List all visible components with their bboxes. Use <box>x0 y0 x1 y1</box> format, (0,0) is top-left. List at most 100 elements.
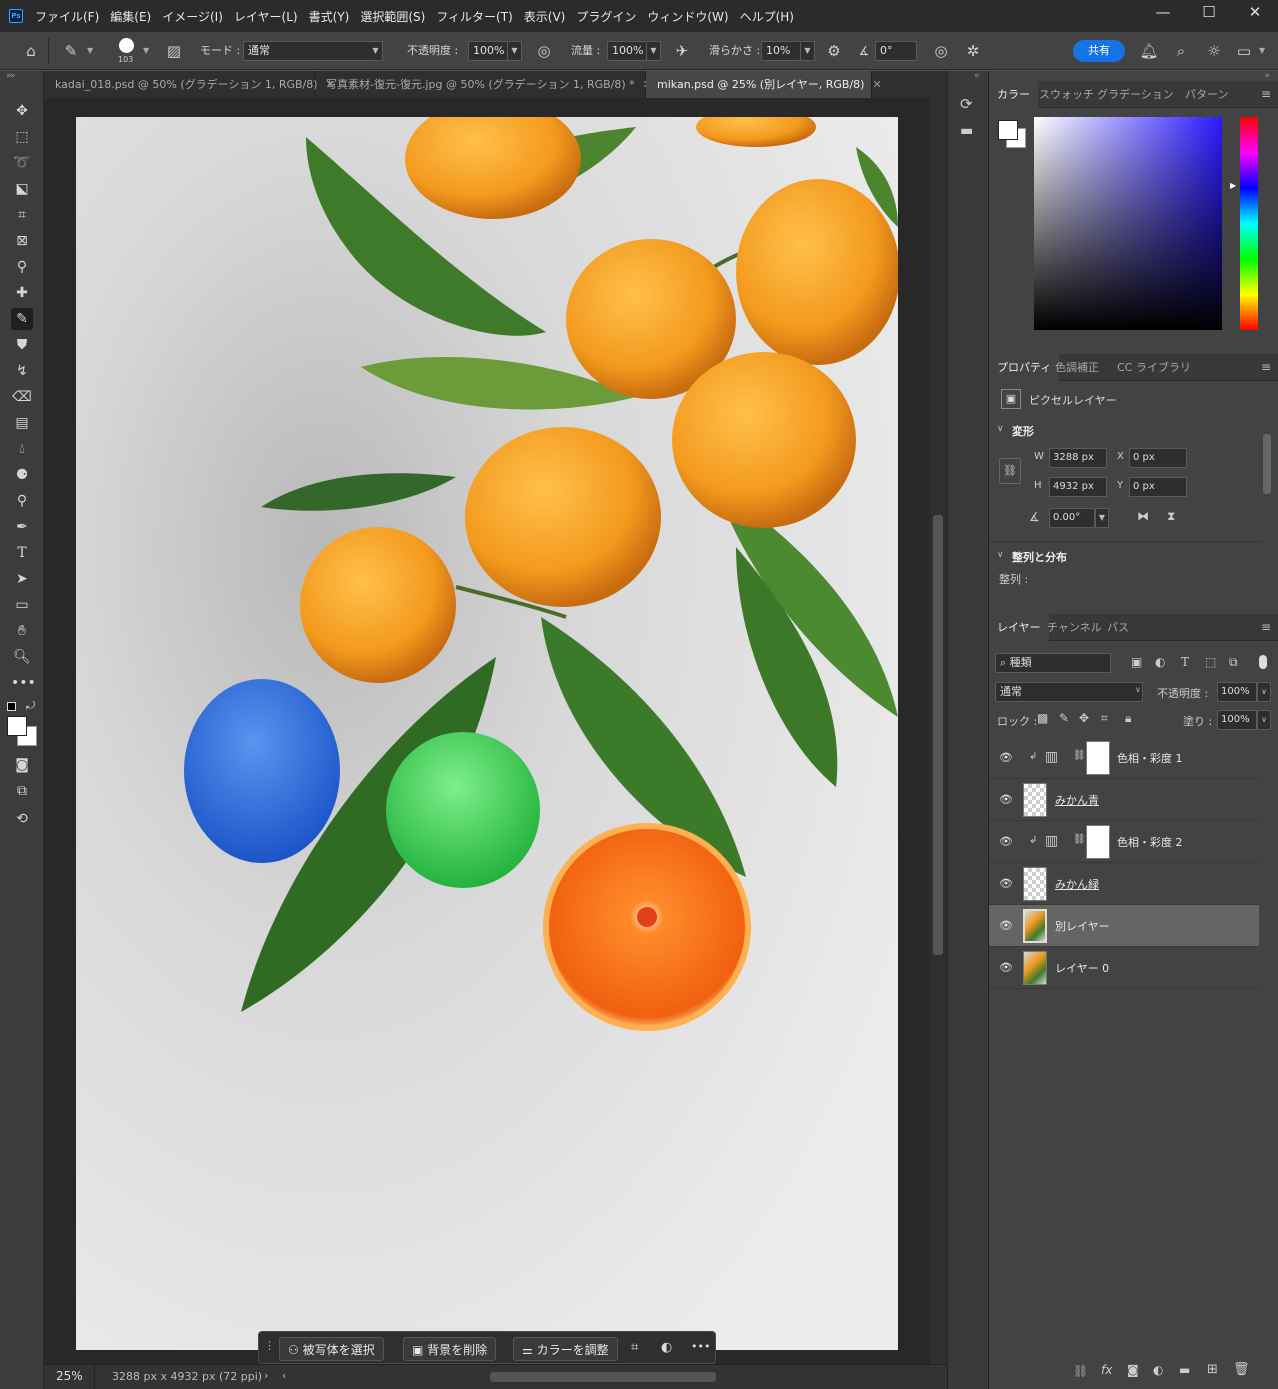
panel-menu-icon[interactable]: ≡ <box>1261 360 1271 374</box>
smoothing-field[interactable]: 10% <box>761 41 801 61</box>
chevron-right-icon[interactable]: › <box>264 1369 268 1382</box>
lasso-tool-icon[interactable]: ➰ <box>11 152 33 174</box>
tab-adjustments[interactable]: 色調補正 <box>1047 354 1107 381</box>
panel-menu-icon[interactable]: ≡ <box>1261 620 1271 634</box>
panel-menu-icon[interactable]: ≡ <box>1261 87 1271 101</box>
layer-filter-select[interactable]: ⌕ 種類 <box>995 653 1111 673</box>
layer-name[interactable]: 色相・彩度 1 <box>1117 750 1183 766</box>
x-field[interactable]: 0 px <box>1129 448 1187 468</box>
tab-patterns[interactable]: パターン <box>1177 81 1236 108</box>
smart-object-filter-icon[interactable]: ⧉ <box>1229 655 1238 670</box>
dodge-tool-icon[interactable]: ⚈ <box>11 464 33 486</box>
hue-slider[interactable] <box>1240 117 1258 330</box>
tab-paths[interactable]: パス <box>1099 614 1137 641</box>
mode-select[interactable]: 通常 <box>243 41 370 61</box>
quick-mask-icon[interactable]: ◙ <box>11 754 33 776</box>
crop-tool-icon[interactable]: ⌗ <box>11 204 33 226</box>
eyedropper-tool-icon[interactable]: ⚲ <box>11 256 33 278</box>
magnify-tool-icon[interactable]: ⚲ <box>11 490 33 512</box>
lock-position-icon[interactable]: ✥ <box>1079 711 1089 725</box>
layer-thumbnail[interactable] <box>1023 909 1047 943</box>
chevron-down-icon[interactable]: ∨ <box>1257 682 1271 702</box>
more-icon[interactable]: ••• <box>691 1340 710 1353</box>
chevron-down-icon[interactable]: ▼ <box>508 41 522 61</box>
hue-marker-icon[interactable]: ▶ <box>1230 181 1236 190</box>
brush-size-preview-icon[interactable] <box>119 38 134 53</box>
stamp-tool-icon[interactable]: ⛊ <box>11 334 33 356</box>
vertical-scroll-thumb[interactable] <box>933 515 943 955</box>
chevron-down-icon[interactable]: ▼ <box>647 41 661 61</box>
lock-pixels-icon[interactable]: ✎ <box>1059 711 1069 725</box>
folder-icon[interactable]: ▬ <box>1179 1363 1190 1377</box>
tab-kadai-018[interactable]: kadai_018.psd @ 50% (グラデーション 1, RGB/8) ✕ <box>44 71 335 98</box>
link-layers-icon[interactable]: ⛓ <box>1073 1364 1088 1378</box>
history-brush-tool-icon[interactable]: ↯ <box>11 360 33 382</box>
collapse-icon[interactable]: « <box>974 71 980 81</box>
link-icon[interactable]: ⛓ <box>999 458 1021 484</box>
layer-name[interactable]: レイヤー 0 <box>1055 960 1109 976</box>
eraser-tool-icon[interactable]: ⌫ <box>11 386 33 408</box>
screen-mode-icon[interactable]: ⧉ <box>11 780 33 802</box>
bell-icon[interactable]: 🔔︎ <box>1138 40 1160 62</box>
layer-row[interactable]: 👁︎ みかん緑 <box>989 863 1259 905</box>
select-subject-button[interactable]: ⚇ 被写体を選択 <box>279 1337 384 1361</box>
menu-edit[interactable]: 編集(E) <box>110 8 151 25</box>
layer-row[interactable]: 👁︎ 別レイヤー <box>989 905 1259 947</box>
tab-cc-libraries[interactable]: CC ライブラリ <box>1109 354 1199 381</box>
y-field[interactable]: 0 px <box>1129 477 1187 497</box>
filter-toggle[interactable] <box>1259 655 1267 669</box>
layer-name[interactable]: みかん緑 <box>1055 876 1099 892</box>
brush-tool-preset-icon[interactable]: ✎ <box>60 40 82 62</box>
adjustment-filter-icon[interactable]: ◐ <box>1155 655 1165 669</box>
menu-filter[interactable]: フィルター(T) <box>436 8 512 25</box>
healing-brush-tool-icon[interactable]: ✚ <box>11 282 33 304</box>
drag-handle-icon[interactable]: ⋮ <box>264 1339 275 1352</box>
chevron-down-icon[interactable]: ▼ <box>369 41 383 61</box>
chevron-down-icon[interactable]: ▼ <box>143 46 149 55</box>
workspace-icon[interactable]: ▭ <box>1233 40 1255 62</box>
airbrush-icon[interactable]: ✈ <box>671 40 693 62</box>
close-window-button[interactable]: ✕ <box>1232 0 1278 24</box>
fill-field[interactable]: 100% <box>1217 710 1257 730</box>
search-icon[interactable]: ⌕ <box>1170 40 1192 62</box>
pressure-opacity-icon[interactable]: ◎ <box>533 40 555 62</box>
lightbulb-icon[interactable]: ☼ <box>1203 40 1225 62</box>
layer-name[interactable]: 別レイヤー <box>1055 918 1110 934</box>
rectangle-tool-icon[interactable]: ▭ <box>11 594 33 616</box>
layer-opacity-field[interactable]: 100% <box>1217 682 1257 702</box>
eye-icon[interactable]: 👁︎ <box>999 961 1013 974</box>
pen-tool-icon[interactable]: ✒ <box>11 516 33 538</box>
layer-row[interactable]: 👁︎ ↲ ▥ ⛓ 色相・彩度 1 <box>989 737 1259 779</box>
eye-icon[interactable]: 👁︎ <box>999 751 1013 764</box>
new-layer-icon[interactable]: ⊞ <box>1207 1362 1218 1377</box>
eye-icon[interactable]: 👁︎ <box>999 877 1013 890</box>
lock-all-icon[interactable]: 🔒︎ <box>1125 711 1131 726</box>
menu-image[interactable]: イメージ(I) <box>162 8 223 25</box>
document-canvas[interactable] <box>76 117 898 1350</box>
fx-icon[interactable]: fx <box>1101 1363 1112 1377</box>
remove-background-button[interactable]: ▣ 背景を削除 <box>403 1337 497 1361</box>
blur-tool-icon[interactable]: 💧︎ <box>11 438 33 460</box>
transform-icon[interactable]: ⌗ <box>631 1340 638 1355</box>
opacity-field[interactable]: 100% <box>468 41 508 61</box>
layer-name[interactable]: みかん青 <box>1055 792 1099 808</box>
foreground-color-swatch[interactable] <box>7 716 27 736</box>
eye-icon[interactable]: 👁︎ <box>999 919 1013 932</box>
link-icon[interactable]: ⛓ <box>1073 834 1086 845</box>
generative-fill-icon[interactable]: ⟲ <box>11 808 33 830</box>
layer-row[interactable]: 👁︎ レイヤー 0 <box>989 947 1259 989</box>
layer-row[interactable]: 👁︎ みかん青 <box>989 779 1259 821</box>
adjustment-layer-icon[interactable]: ◐ <box>1153 1363 1163 1377</box>
menu-window[interactable]: ウィンドウ(W) <box>647 8 728 25</box>
chevron-down-icon[interactable]: ▼ <box>87 46 93 55</box>
hand-tool-icon[interactable]: ✋︎ <box>11 620 33 642</box>
eye-icon[interactable]: 👁︎ <box>999 793 1013 806</box>
more-tools-icon[interactable]: ••• <box>11 672 36 694</box>
menu-layer[interactable]: レイヤー(L) <box>234 8 298 25</box>
frame-tool-icon[interactable]: ⊠ <box>11 230 33 252</box>
history-icon[interactable]: ⟳ <box>960 95 973 113</box>
marquee-tool-icon[interactable]: ⬚ <box>11 126 33 148</box>
zoom-tool-icon[interactable]: 🔍︎ <box>11 646 33 668</box>
chevron-down-icon[interactable]: ▼ <box>801 41 815 61</box>
brush-angle-field[interactable]: 0° <box>875 41 917 61</box>
